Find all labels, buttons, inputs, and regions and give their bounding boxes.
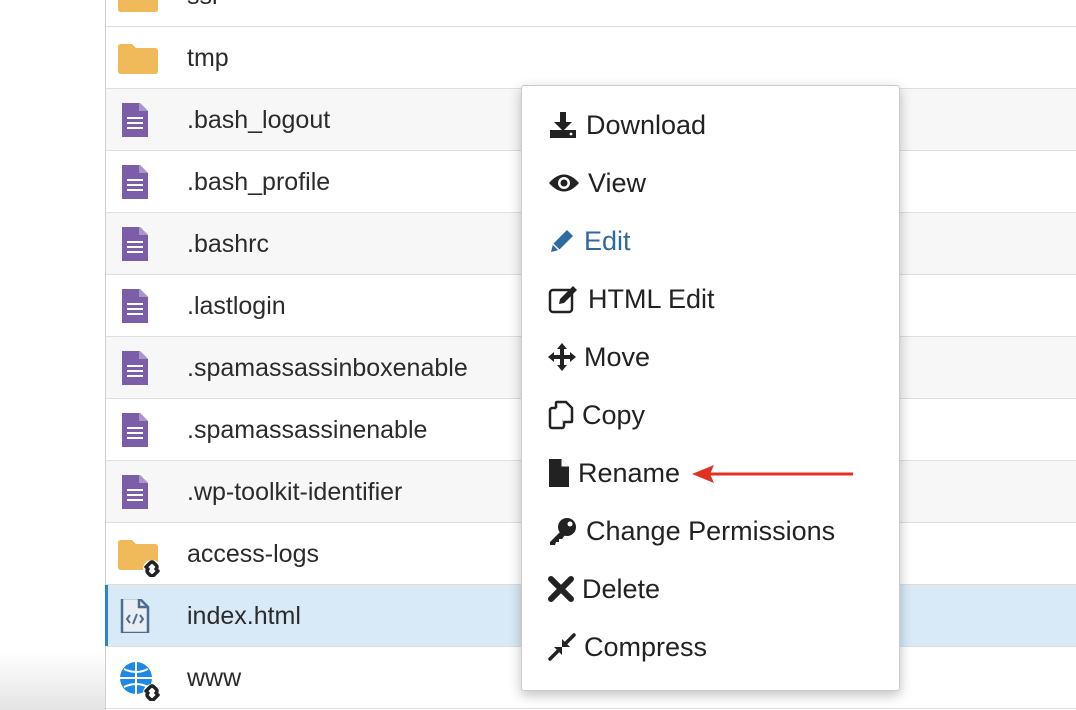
menu-item-delete[interactable]: Delete [548, 569, 660, 609]
globe-link-icon [120, 662, 160, 701]
copy-icon [548, 400, 574, 430]
text-file-icon [122, 227, 148, 261]
menu-item-label: Copy [582, 399, 646, 430]
menu-item-download[interactable]: Download [548, 105, 706, 145]
file-name: ssl [187, 0, 218, 27]
x-icon [548, 576, 574, 602]
menu-item-label: Edit [584, 225, 631, 256]
file-name: www [187, 664, 242, 692]
annotation-arrow [692, 465, 853, 483]
context-menu: Download View Edit HTML Edit Move Copy R… [521, 85, 900, 691]
folder-icon [118, 0, 158, 12]
menu-item-compress[interactable]: Compress [548, 627, 707, 667]
file-name: index.html [187, 602, 301, 630]
text-file-icon [122, 475, 148, 509]
menu-item-view[interactable]: View [548, 163, 646, 203]
file-name: tmp [187, 44, 229, 72]
text-file-icon [122, 351, 148, 385]
folder-icon [118, 44, 158, 74]
bottom-shade [0, 652, 105, 710]
menu-item-rename[interactable]: Rename [548, 453, 680, 493]
menu-item-copy[interactable]: Copy [548, 395, 645, 435]
file-name: .spamassassinboxenable [187, 354, 468, 382]
text-file-icon [122, 289, 148, 323]
file-name: .bash_logout [187, 106, 331, 134]
edit-square-icon [548, 286, 577, 314]
menu-item-edit[interactable]: Edit [548, 221, 631, 261]
menu-item-label: Change Permissions [586, 515, 836, 546]
menu-item-label: Move [584, 341, 651, 372]
menu-item-move[interactable]: Move [548, 337, 650, 377]
menu-item-change-permissions[interactable]: Change Permissions [548, 511, 835, 551]
menu-item-label: Download [586, 109, 707, 140]
file-row-tmp[interactable]: tmp [106, 27, 1076, 89]
menu-item-label: View [588, 167, 647, 198]
file-name: .bashrc [187, 230, 269, 258]
file-name: .spamassassinenable [187, 416, 428, 444]
compress-icon [548, 633, 576, 661]
file-name: access-logs [187, 540, 319, 568]
text-file-icon [122, 413, 148, 447]
key-icon [550, 518, 576, 545]
text-file-icon [122, 165, 148, 199]
folder-link-icon [118, 540, 160, 577]
eye-icon [549, 174, 579, 192]
pencil-icon [551, 230, 573, 252]
menu-item-html-edit[interactable]: HTML Edit [548, 279, 715, 319]
file-row-ssl[interactable]: ssl [106, 0, 1076, 27]
menu-item-label: Delete [582, 573, 661, 604]
file-name: .wp-toolkit-identifier [187, 478, 403, 506]
download-icon [550, 112, 576, 138]
menu-item-label: Rename [578, 457, 681, 488]
move-icon [548, 343, 576, 371]
menu-item-label: Compress [584, 631, 708, 662]
menu-item-label: HTML Edit [588, 283, 715, 314]
left-gutter [0, 0, 105, 710]
file-icon [549, 459, 569, 487]
file-name: .bash_profile [187, 168, 331, 196]
file-name: .lastlogin [187, 292, 286, 320]
html-file-icon [120, 599, 150, 633]
text-file-icon [122, 103, 148, 137]
